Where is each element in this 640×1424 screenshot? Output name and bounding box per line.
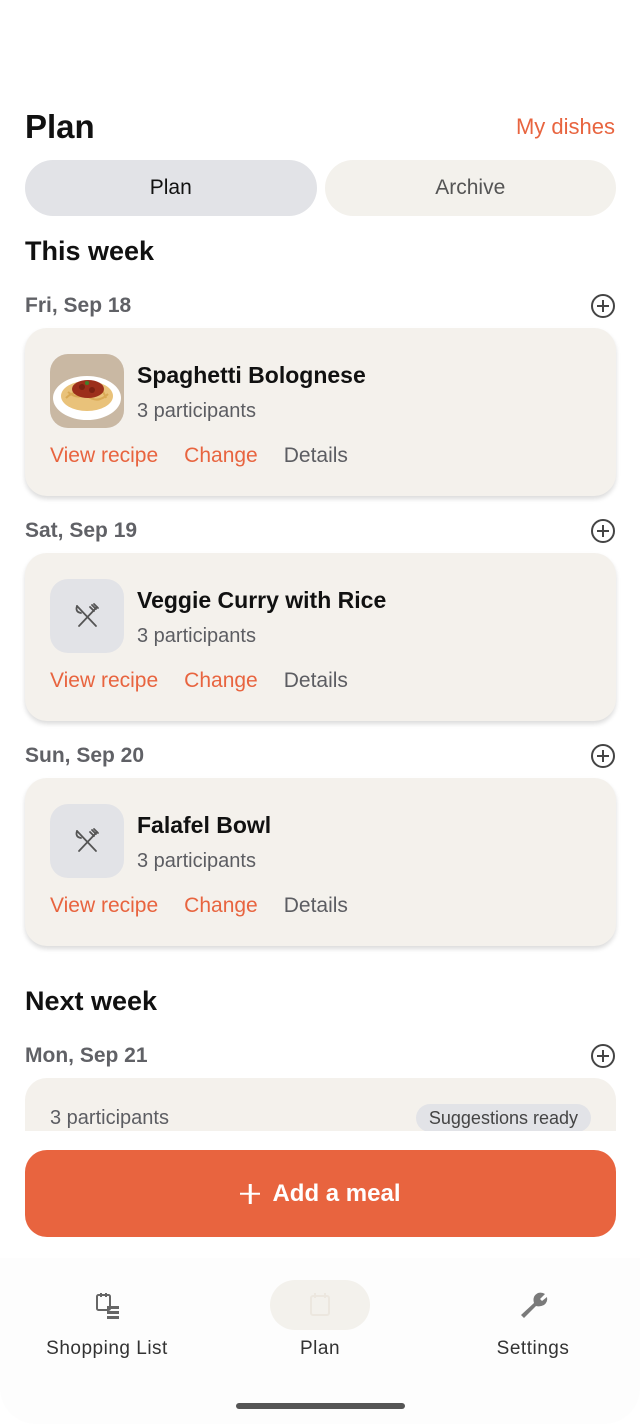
details-button[interactable]: Details bbox=[284, 669, 348, 693]
status-badge: Suggestions ready bbox=[415, 1104, 591, 1131]
meal-card[interactable]: Falafel Bowl 3 participants View recipe … bbox=[25, 778, 616, 946]
page-title: Plan bbox=[25, 108, 95, 145]
meal-name: Spaghetti Bolognese bbox=[137, 362, 366, 388]
section-title-next-week: Next week bbox=[25, 986, 158, 1016]
meal-thumbnail bbox=[50, 354, 124, 428]
utensils-icon bbox=[75, 603, 99, 627]
suggestion-card[interactable]: 3 participants Suggestions ready bbox=[25, 1078, 616, 1131]
view-recipe-button[interactable]: View recipe bbox=[50, 669, 158, 693]
plan-scroll-area[interactable]: This week Fri, Sep 18 Spaghetti Bolognes… bbox=[0, 222, 640, 1131]
day-label: Mon, Sep 21 bbox=[25, 1044, 148, 1067]
details-button[interactable]: Details bbox=[284, 894, 348, 918]
change-button[interactable]: Change bbox=[184, 894, 258, 918]
utensils-icon bbox=[75, 828, 99, 852]
add-meal-button[interactable]: Add a meal bbox=[25, 1150, 616, 1237]
change-button[interactable]: Change bbox=[184, 444, 258, 468]
meal-participants: 3 participants bbox=[137, 625, 256, 647]
add-circle-icon[interactable] bbox=[591, 519, 615, 543]
spaghetti-photo bbox=[50, 354, 124, 428]
meal-thumbnail bbox=[50, 804, 124, 878]
nav-label: Settings bbox=[496, 1338, 570, 1359]
meal-card[interactable]: Veggie Curry with Rice 3 participants Vi… bbox=[25, 553, 616, 721]
change-button[interactable]: Change bbox=[184, 669, 258, 693]
meal-name: Veggie Curry with Rice bbox=[137, 587, 387, 613]
day-label: Fri, Sep 18 bbox=[25, 294, 132, 317]
my-dishes-link[interactable]: My dishes bbox=[516, 114, 615, 140]
shopping-list-icon bbox=[96, 1293, 119, 1319]
meal-thumbnail bbox=[50, 579, 124, 653]
add-meal-label: Add a meal bbox=[272, 1179, 401, 1207]
add-circle-icon[interactable] bbox=[591, 744, 615, 768]
day-row: Fri, Sep 18 bbox=[25, 291, 615, 321]
bottom-navigation: Shopping List Plan Settings bbox=[0, 1258, 640, 1424]
nav-item-shopping-list[interactable]: Shopping List bbox=[0, 1280, 214, 1360]
home-indicator bbox=[236, 1403, 405, 1409]
tab-archive[interactable]: Archive bbox=[324, 160, 616, 216]
nav-item-settings[interactable]: Settings bbox=[426, 1280, 640, 1360]
day-row: Sat, Sep 19 bbox=[25, 516, 615, 546]
meal-actions: View recipe Change Details bbox=[50, 669, 348, 693]
add-circle-icon[interactable] bbox=[591, 294, 615, 318]
plan-icon bbox=[310, 1293, 330, 1316]
segmented-control: Plan Archive bbox=[25, 160, 616, 216]
header: Plan My dishes bbox=[25, 102, 615, 152]
meal-actions: View recipe Change Details bbox=[50, 894, 348, 918]
tab-plan[interactable]: Plan bbox=[25, 160, 317, 216]
meal-name: Falafel Bowl bbox=[137, 812, 272, 838]
meal-card[interactable]: Spaghetti Bolognese 3 participants View … bbox=[25, 328, 616, 496]
nav-label: Plan bbox=[299, 1338, 341, 1359]
meal-actions: View recipe Change Details bbox=[50, 444, 348, 468]
section-title-this-week: This week bbox=[25, 236, 155, 266]
view-recipe-button[interactable]: View recipe bbox=[50, 894, 158, 918]
view-recipe-button[interactable]: View recipe bbox=[50, 444, 158, 468]
app-screen: Plan My dishes Plan Archive This week Fr… bbox=[0, 0, 640, 1424]
wrench-icon bbox=[521, 1292, 548, 1318]
day-row: Mon, Sep 21 bbox=[25, 1041, 615, 1071]
nav-label: Shopping List bbox=[46, 1338, 168, 1359]
nav-item-plan[interactable]: Plan bbox=[213, 1280, 427, 1360]
details-button[interactable]: Details bbox=[284, 444, 348, 468]
day-label: Sun, Sep 20 bbox=[25, 744, 145, 767]
meal-participants: 3 participants bbox=[137, 850, 256, 872]
add-circle-icon[interactable] bbox=[591, 1044, 615, 1068]
meal-participants: 3 participants bbox=[137, 400, 256, 422]
meal-participants: 3 participants bbox=[50, 1107, 169, 1129]
day-row: Sun, Sep 20 bbox=[25, 741, 615, 771]
day-label: Sat, Sep 19 bbox=[25, 519, 138, 542]
plus-icon bbox=[240, 1184, 260, 1204]
